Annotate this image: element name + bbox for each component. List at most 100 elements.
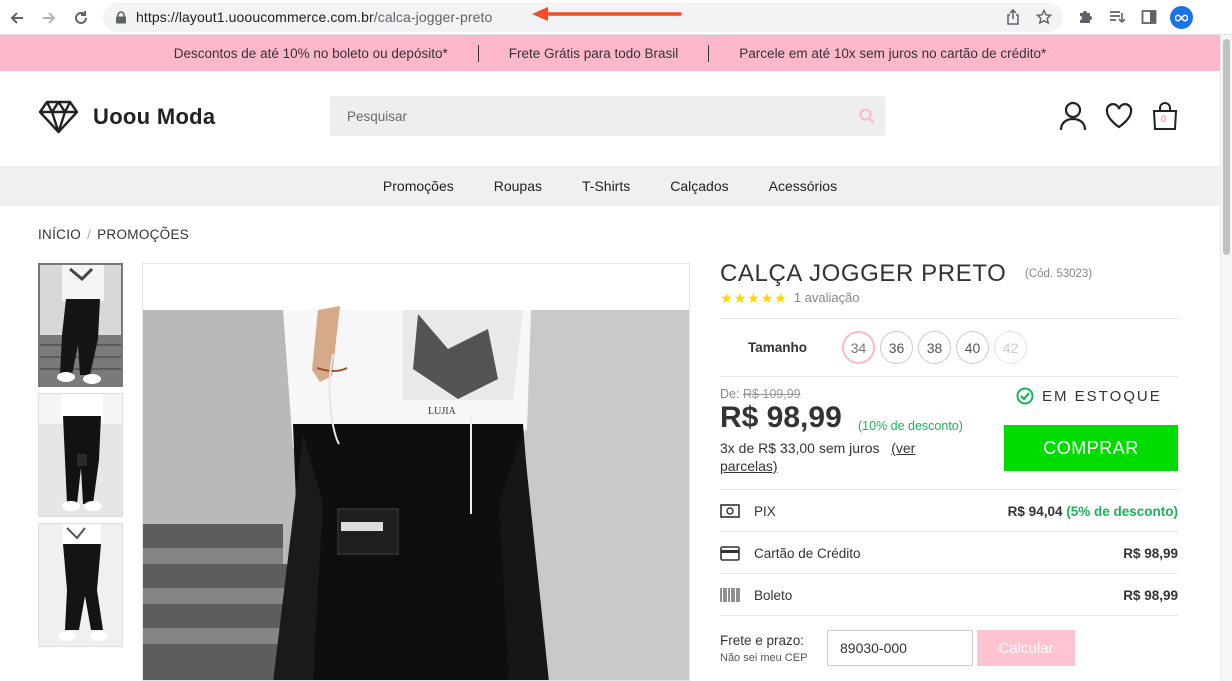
breadcrumb-promocoes[interactable]: PROMOÇÕES [97, 227, 189, 242]
scrollbar-thumb[interactable] [1223, 39, 1230, 255]
account-button[interactable] [1058, 101, 1088, 131]
breadcrumb-home[interactable]: INÍCIO [38, 227, 81, 242]
old-price-value: R$ 109,99 [742, 387, 801, 401]
current-price: R$ 98,99 [720, 401, 842, 434]
promo-frete: Frete Grátis para todo Brasil [508, 45, 679, 61]
shipping-label: Frete e prazo: [720, 633, 805, 648]
browser-toolbar: https://layout1.uooucommerce.com.br/calc… [0, 0, 1232, 35]
payment-price: R$ 94,04 [1007, 503, 1063, 519]
payment-name: PIX [754, 503, 776, 519]
star-filled-icon: ★ [774, 289, 787, 306]
stock-status: EM ESTOQUE [1016, 387, 1162, 405]
reload-button[interactable] [69, 6, 93, 30]
payment-discount: (5% de desconto) [1066, 503, 1178, 519]
extensions-button[interactable] [1075, 7, 1095, 27]
payment-name: Cartão de Crédito [754, 545, 861, 561]
nav-promocoes[interactable]: Promoções [383, 178, 454, 194]
review-count[interactable]: 1 avaliação [794, 290, 860, 305]
side-panel-icon [1141, 10, 1157, 24]
product-photo: LUJIA [143, 264, 689, 680]
promo-parcele: Parcele em até 10x sem juros no cartão d… [739, 45, 1047, 61]
url-path: /calca-jogger-preto [373, 9, 493, 25]
payment-name: Boleto [754, 587, 793, 603]
credit-card-icon [720, 545, 740, 561]
nav-calcados[interactable]: Calçados [670, 178, 728, 194]
stock-text: EM ESTOQUE [1042, 387, 1162, 405]
promo-boleto: Descontos de até 10% no boleto ou depósi… [173, 45, 448, 61]
svg-text:LUJIA: LUJIA [428, 406, 457, 417]
size-option-36[interactable]: 36 [880, 331, 913, 364]
unknown-cep-link[interactable]: Não sei meu CEP [720, 652, 807, 664]
url-host: https://layout1.uooucommerce.com.br [136, 9, 374, 25]
breadcrumb-separator: / [87, 227, 92, 242]
payment-value: R$ 94,04 (5% de desconto) [1008, 504, 1178, 519]
share-button[interactable] [1003, 7, 1023, 27]
star-filled-icon: ★ [760, 289, 774, 306]
old-price-prefix: De: [720, 387, 740, 401]
forward-arrow-icon [43, 12, 56, 24]
store-logo[interactable]: Uoou Moda [38, 100, 215, 134]
reading-list-button[interactable] [1107, 7, 1127, 27]
reload-icon [75, 11, 87, 24]
cart-button[interactable]: 0 [1150, 101, 1180, 131]
product-thumbnail-1[interactable] [38, 263, 123, 387]
installments-text: 3x de R$ 33,00 sem juros [720, 440, 880, 456]
thumbnail-image-3 [39, 524, 122, 646]
page-scrollbar[interactable] [1220, 35, 1232, 681]
divider [720, 376, 1178, 377]
star-filled-icon: ★ [733, 289, 747, 306]
buy-button[interactable]: COMPRAR [1004, 425, 1178, 471]
url-text: https://layout1.uooucommerce.com.br/calc… [136, 9, 492, 25]
size-option-34[interactable]: 34 [842, 331, 875, 364]
divider [720, 615, 1178, 616]
lock-icon [116, 11, 126, 24]
calculate-shipping-button[interactable]: Calcular [977, 630, 1075, 666]
logo-text: Uoou Moda [93, 104, 216, 129]
payment-row-boleto: Boleto R$ 98,99 [720, 574, 1178, 616]
search-box [330, 96, 885, 136]
product-title: CALÇA JOGGER PRETO [720, 260, 1007, 287]
category-nav: Promoções Roupas T-Shirts Calçados Acess… [0, 166, 1220, 206]
size-option-40[interactable]: 40 [956, 331, 989, 364]
heart-icon [1105, 103, 1133, 129]
thumbnail-image-1 [40, 265, 121, 385]
nav-tshirts[interactable]: T-Shirts [582, 178, 630, 194]
payment-price: R$ 98,99 [1123, 587, 1178, 603]
cep-input[interactable] [827, 630, 973, 666]
old-price: De: R$ 109,99 [720, 387, 801, 401]
check-circle-icon [1016, 387, 1034, 405]
back-arrow-icon [10, 12, 23, 24]
infinity-icon [1175, 13, 1188, 22]
reading-list-icon [1110, 11, 1125, 24]
back-button[interactable] [5, 6, 29, 30]
forward-button[interactable] [37, 6, 61, 30]
annotation-arrow-icon [532, 7, 682, 21]
search-button[interactable] [857, 106, 877, 126]
bookmark-button[interactable] [1034, 7, 1054, 27]
side-panel-button[interactable] [1139, 7, 1159, 27]
nav-roupas[interactable]: Roupas [494, 178, 542, 194]
puzzle-icon [1080, 11, 1092, 23]
share-icon [1007, 9, 1019, 25]
profile-avatar[interactable] [1170, 6, 1193, 29]
cart-count-badge: 0 [1161, 114, 1167, 124]
search-input[interactable] [330, 96, 840, 136]
breadcrumb: INÍCIO / PROMOÇÕES [38, 227, 189, 242]
promo-bar: Descontos de até 10% no boleto ou depósi… [0, 35, 1220, 71]
wishlist-button[interactable] [1104, 101, 1134, 131]
barcode-icon [720, 587, 740, 603]
payment-row-pix: PIX R$ 94,04 (5% de desconto) [720, 490, 1178, 532]
pix-cash-icon [720, 503, 740, 519]
divider [720, 318, 1178, 319]
nav-acessorios[interactable]: Acessórios [769, 178, 837, 194]
size-option-38[interactable]: 38 [918, 331, 951, 364]
product-rating[interactable]: ★ ★ ★ ★ ★ 1 avaliação [720, 290, 860, 305]
discount-percent: (10% de desconto) [858, 419, 963, 433]
size-option-42: 42 [994, 331, 1027, 364]
product-thumbnail-3[interactable] [38, 523, 123, 647]
user-icon [1059, 101, 1087, 131]
search-icon [859, 108, 875, 124]
product-thumbnail-2[interactable] [38, 393, 123, 517]
star-filled-icon: ★ [720, 289, 733, 306]
product-main-image[interactable]: LUJIA [142, 263, 690, 681]
